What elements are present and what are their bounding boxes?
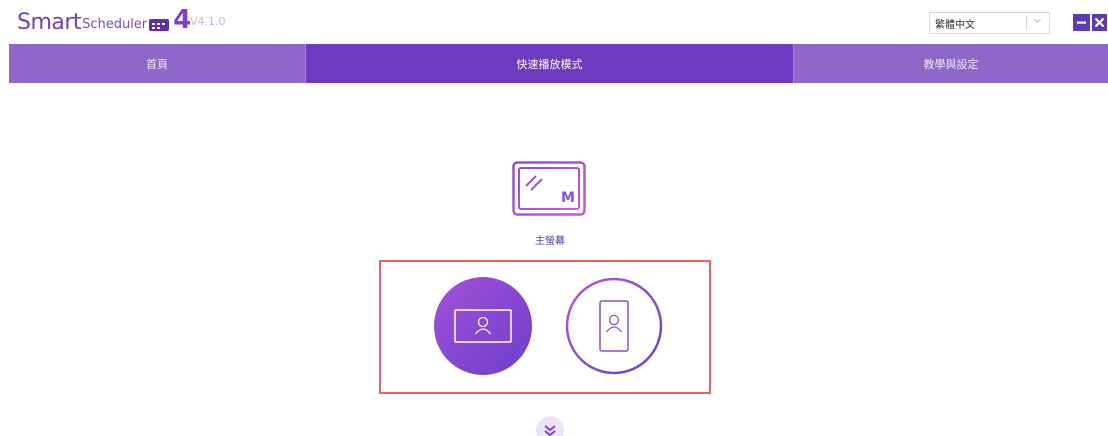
select-divider: [1026, 17, 1027, 30]
tab-tutorial-settings[interactable]: 教學與設定: [793, 44, 1108, 83]
calendar-icon: [149, 19, 170, 31]
tab-label: 快速播放模式: [516, 57, 583, 71]
close-icon: [1094, 17, 1105, 28]
minimize-icon: [1077, 21, 1086, 24]
tab-label: 首頁: [146, 57, 168, 71]
app-logo: Smart Scheduler 4: [17, 5, 192, 38]
version-label: V4.1.0: [190, 15, 226, 28]
title-bar: Smart Scheduler 4 V4.1.0 繁體中文: [0, 0, 1108, 44]
chevron-down-icon: [1033, 16, 1042, 28]
logo-version-number: 4: [173, 5, 192, 35]
language-selected-value: 繁體中文: [935, 20, 975, 31]
language-select[interactable]: 繁體中文: [929, 12, 1050, 34]
logo-sub-text: Scheduler: [82, 17, 148, 32]
landscape-mode-button[interactable]: [434, 277, 532, 375]
close-button[interactable]: [1092, 14, 1107, 31]
app-window: Smart Scheduler 4 V4.1.0 繁體中文 首頁 快速播放模式 …: [0, 0, 1108, 436]
portrait-mode-button[interactable]: [565, 277, 663, 375]
main-nav: 首頁 快速播放模式 教學與設定: [9, 44, 1108, 83]
double-chevron-down-icon[interactable]: [535, 415, 565, 436]
main-screen-label: 主螢幕: [535, 236, 565, 247]
minimize-button[interactable]: [1073, 14, 1090, 31]
monitor-icon[interactable]: M: [512, 161, 586, 216]
screen-badge: M: [561, 190, 575, 206]
logo-main-text: Smart: [17, 9, 82, 35]
tab-home[interactable]: 首頁: [9, 44, 306, 83]
tab-label: 教學與設定: [923, 57, 979, 71]
tab-quick-play[interactable]: 快速播放模式: [306, 44, 793, 83]
